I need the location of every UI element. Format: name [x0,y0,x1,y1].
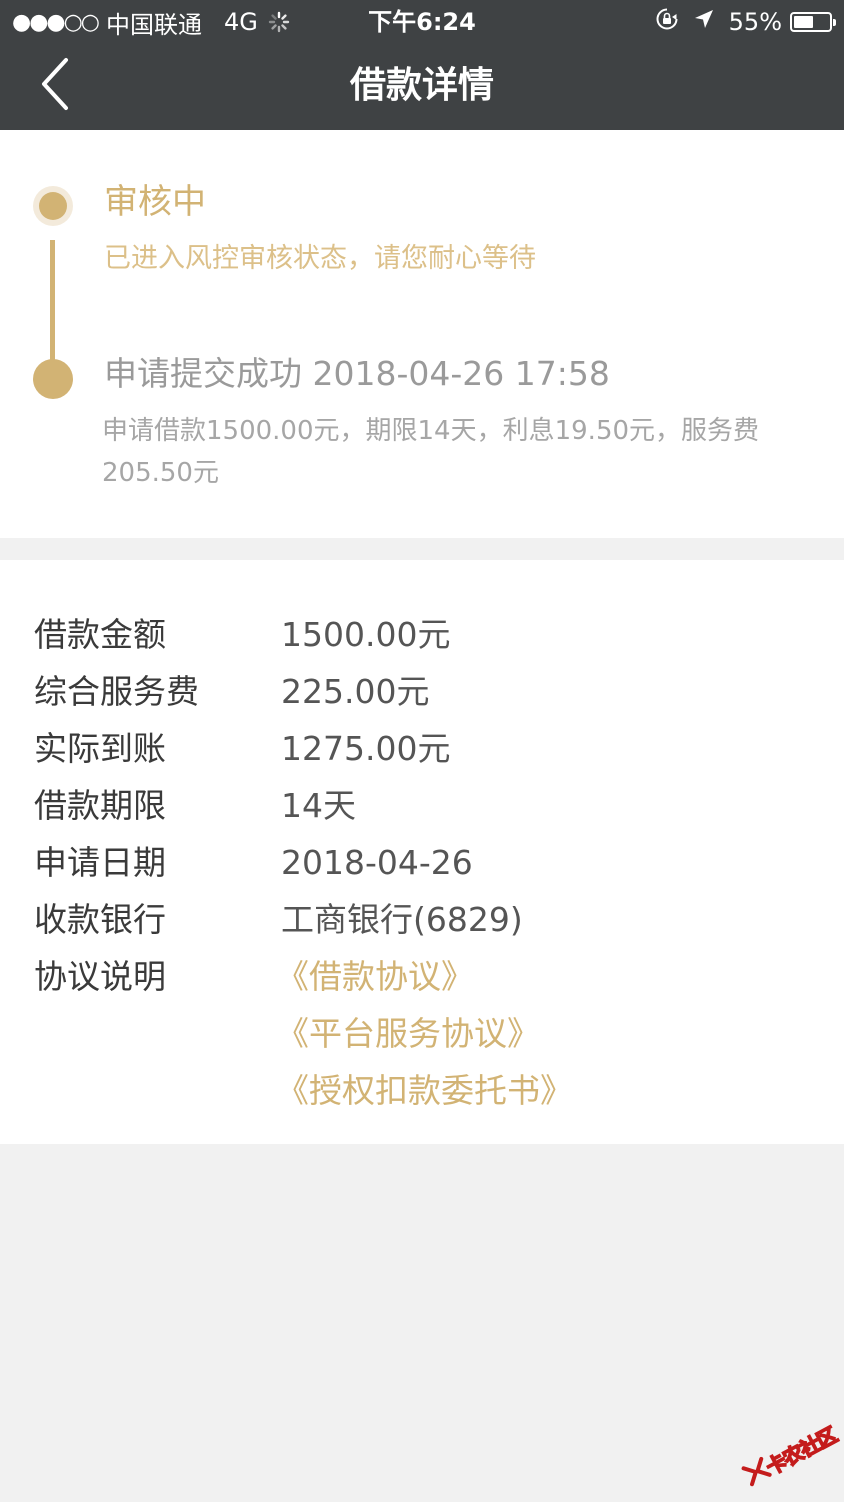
detail-value: 14天 [281,786,356,825]
detail-value: 225.00元 [281,672,430,711]
platform-service-agreement-link[interactable]: 《平台服务协议》 [276,1005,540,1062]
battery-percent: 55% [728,8,782,36]
timeline-step-title: 申请提交成功 2018-04-26 17:58 [104,354,610,393]
timeline-step-title: 审核中 [104,182,206,222]
timeline-step-description: 申请借款1500.00元，期限14天，利息19.50元，服务费205.50元 [102,416,760,488]
timeline-dot-current-icon [33,186,73,226]
detail-label: 借款金额 [34,615,166,654]
status-right: 55% [655,6,836,38]
detail-label: 综合服务费 [34,672,199,711]
timeline-dot-done-icon [33,359,73,399]
detail-label: 实际到账 [34,729,166,768]
detail-row-receiving-bank: 收款银行 工商银行(6829) [0,891,844,948]
nav-bar: 借款详情 [0,44,844,130]
detail-label: 收款银行 [34,900,166,939]
detail-value: 2018-04-26 [281,843,473,882]
header: ●●●○○ 中国联通 4G 下午6:24 55% 借款详情 [0,0,844,130]
watermark-logo: 卡农社区 [733,1411,842,1502]
loan-status-timeline: 审核中 已进入风控审核状态，请您耐心等待 申请提交成功 2018-04-26 1… [0,130,844,538]
debit-authorization-link[interactable]: 《授权扣款委托书》 [276,1062,573,1119]
battery-icon [790,12,836,32]
page-title: 借款详情 [349,65,494,106]
detail-label: 借款期限 [34,786,166,825]
detail-label: 申请日期 [34,843,166,882]
rotation-lock-icon [655,7,679,37]
location-arrow-icon [693,8,715,36]
detail-row-service-fee: 综合服务费 225.00元 [0,663,844,720]
timeline-step-description: 已进入风控审核状态，请您耐心等待 [104,243,536,274]
loan-details: 借款金额 1500.00元 综合服务费 225.00元 实际到账 1275.00… [0,560,844,1144]
detail-value: 1500.00元 [281,615,451,654]
status-bar: ●●●○○ 中国联通 4G 下午6:24 55% [0,0,844,44]
detail-value: 1275.00元 [281,729,451,768]
watermark-text: 卡农社区 [761,1422,841,1480]
detail-value: 工商银行(6829) [281,900,523,939]
detail-row-loan-term: 借款期限 14天 [0,777,844,834]
loan-agreement-link[interactable]: 《借款协议》 [276,948,474,1005]
detail-row-apply-date: 申请日期 2018-04-26 [0,834,844,891]
detail-label: 协议说明 [34,957,166,996]
detail-row-actual-received: 实际到账 1275.00元 [0,720,844,777]
battery-level [794,16,813,28]
detail-row-loan-amount: 借款金额 1500.00元 [0,606,844,663]
